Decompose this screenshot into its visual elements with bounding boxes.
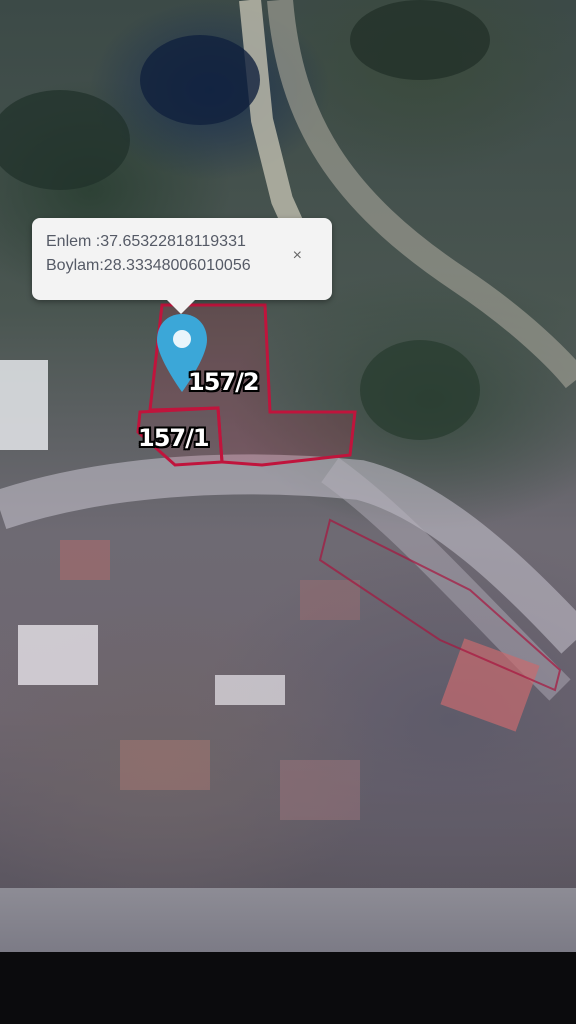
bottom-bar [0,888,576,952]
map-view[interactable]: Enlem :37.65322818119331 Boylam:28.33348… [0,0,576,888]
longitude-text: Boylam:28.33348006010056 [46,257,251,274]
screen-bezel [0,888,576,1024]
popup-close-icon[interactable]: × [293,248,302,264]
latitude-text: Enlem :37.65322818119331 [46,233,246,250]
coordinates-popup: Enlem :37.65322818119331 Boylam:28.33348… [32,218,332,314]
parcel-label-157-1[interactable]: 157/1 [138,424,210,452]
satellite-imagery [0,0,576,820]
device-frame [0,952,576,1024]
parcel-label-157-2[interactable]: 157/2 [188,368,260,396]
